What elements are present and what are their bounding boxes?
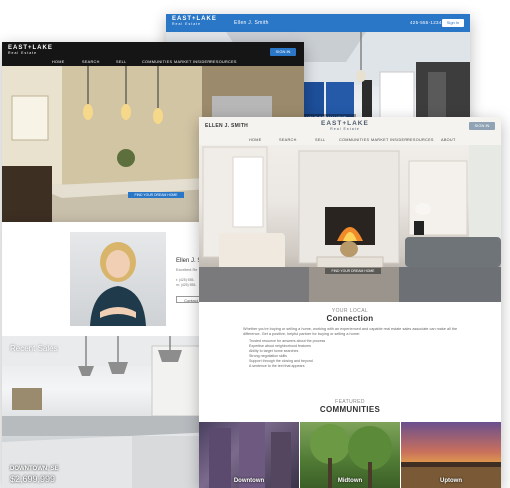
left-nav-communities[interactable]: COMMUNITIES bbox=[142, 60, 172, 64]
bottom-contact-line-1: t: (425) 555- bbox=[176, 278, 195, 282]
bottom-kitchen-image: Recent Sales DOWNTOWN, SE $2,699,999 bbox=[2, 336, 214, 488]
back-logo-tagline: Real Estate bbox=[172, 22, 202, 26]
front-hero-image: ELLEN J. SMITH EAST+LAKE Real Estate SIG… bbox=[199, 117, 501, 302]
community-uptown-label: Uptown bbox=[440, 478, 462, 484]
left-nav-search[interactable]: SEARCH bbox=[82, 60, 100, 64]
benefits-list: Trusted resource for answers about the p… bbox=[249, 339, 325, 369]
bottom-contact-line-2: m: (425) 555- bbox=[176, 283, 197, 287]
front-logo-tagline: Real Estate bbox=[330, 127, 360, 131]
connection-heading: Connection bbox=[326, 314, 374, 323]
back-header-bar: EAST+LAKE Real Estate Ellen J. Smith 425… bbox=[166, 14, 470, 32]
front-nav-resources[interactable]: RESOURCES bbox=[407, 138, 434, 142]
left-nav-resources[interactable]: RESOURCES bbox=[210, 60, 237, 64]
intro-paragraph: Whether you're buying or selling a home,… bbox=[243, 327, 458, 336]
sale-price: $2,699,999 bbox=[10, 474, 56, 484]
community-card-midtown[interactable]: Midtown bbox=[300, 422, 400, 488]
front-find-home-button[interactable]: FIND YOUR DREAM HOME bbox=[325, 268, 381, 274]
sale-location[interactable]: DOWNTOWN, SE bbox=[10, 466, 59, 472]
left-find-home-button[interactable]: FIND YOUR DREAM HOME bbox=[128, 192, 184, 198]
front-nav-sell[interactable]: SELL bbox=[315, 138, 326, 142]
community-card-uptown[interactable]: Uptown bbox=[401, 422, 501, 488]
bottom-agent-title: Excellent Re bbox=[176, 268, 198, 272]
front-nav-about[interactable]: ABOUT bbox=[441, 138, 456, 142]
front-nav-communities[interactable]: COMMUNITIES bbox=[339, 138, 369, 142]
front-signin-button[interactable]: SIGN IN bbox=[469, 122, 495, 130]
mockup-stage: EAST+LAKE Real Estate Ellen J. Smith 425… bbox=[0, 0, 510, 488]
community-downtown-label: Downtown bbox=[233, 478, 265, 484]
fireplace-room-illustration bbox=[199, 117, 501, 302]
front-logo[interactable]: EAST+LAKE Real Estate bbox=[321, 120, 369, 131]
left-nav-sell[interactable]: SELL bbox=[116, 60, 127, 64]
left-nav-home[interactable]: HOME bbox=[52, 60, 65, 64]
back-signin-button[interactable]: Sign In bbox=[442, 19, 464, 27]
left-nav-market[interactable]: MARKET INSIDER bbox=[174, 60, 210, 64]
community-card-downtown[interactable]: Downtown bbox=[199, 422, 299, 488]
recent-sales-label: Recent Sales bbox=[10, 344, 58, 353]
bottom-agent-name: Ellen J. S bbox=[176, 258, 202, 264]
left-header-bar: EAST+LAKE Real Estate SIGN IN HOME SEARC… bbox=[2, 42, 304, 66]
front-nav-search[interactable]: SEARCH bbox=[279, 138, 297, 142]
bottom-window: Ellen J. S Excellent Re t: (425) 555- m:… bbox=[2, 222, 214, 488]
back-phone[interactable]: 425-555-1234 bbox=[410, 20, 442, 25]
featured-heading: COMMUNITIES bbox=[319, 405, 381, 414]
left-logo-tagline: Real Estate bbox=[8, 51, 38, 55]
front-logo-name: EAST+LAKE bbox=[321, 120, 369, 127]
front-agent-name: ELLEN J. SMITH bbox=[205, 123, 249, 129]
agent-portrait-illustration bbox=[90, 242, 146, 326]
benefit-item: A sentence to the text that appears bbox=[249, 364, 305, 368]
front-nav-market[interactable]: MARKET INSIDER bbox=[371, 138, 407, 142]
back-logo[interactable]: EAST+LAKE Real Estate bbox=[172, 16, 217, 26]
left-logo[interactable]: EAST+LAKE Real Estate bbox=[8, 45, 53, 55]
front-window: ELLEN J. SMITH EAST+LAKE Real Estate SIG… bbox=[199, 117, 501, 488]
agent-photo bbox=[70, 232, 166, 326]
community-midtown-label: Midtown bbox=[337, 478, 363, 484]
left-signin-button[interactable]: SIGN IN bbox=[270, 48, 296, 56]
front-nav-home[interactable]: HOME bbox=[249, 138, 262, 142]
back-agent-name: Ellen J. Smith bbox=[234, 20, 269, 26]
